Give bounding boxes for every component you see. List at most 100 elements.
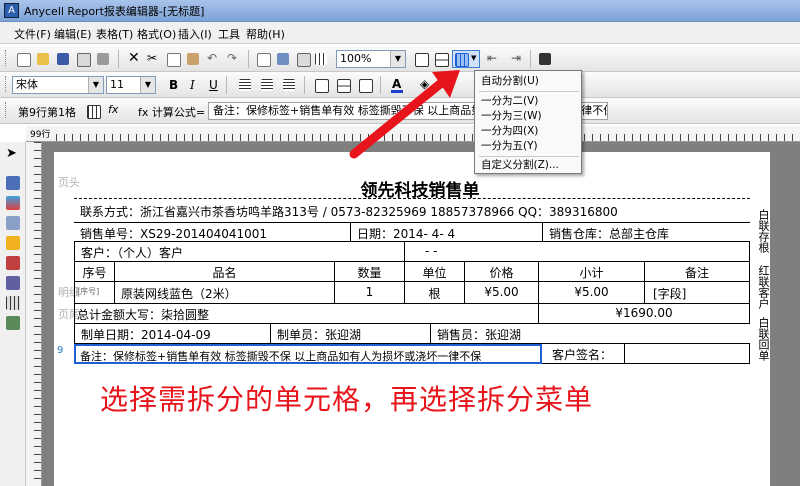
row-price[interactable]: ¥5.00 — [464, 282, 538, 304]
menu-auto-split[interactable]: 自动分割(U) — [481, 73, 579, 89]
menu-split-five[interactable]: 一分为五(Y) — [481, 138, 579, 154]
row-qty[interactable]: 1 — [334, 282, 404, 304]
customer-cell[interactable]: 客户：（个人）客户 — [74, 242, 404, 262]
insert-row-icon[interactable] — [254, 50, 272, 68]
redo-icon[interactable]: ↷ — [224, 50, 242, 68]
font-value: 宋体 — [16, 78, 38, 91]
toolbar-grip — [5, 76, 9, 92]
shape-tool-icon[interactable] — [6, 256, 20, 270]
font-select[interactable]: 宋体 ▼ — [12, 76, 104, 94]
cut-icon[interactable]: ✂ — [144, 50, 162, 68]
date-cell[interactable]: 日期：2014- 4- 4 — [350, 222, 542, 242]
exit-icon[interactable] — [536, 50, 554, 68]
menu-split-three[interactable]: 一分为三(W) — [481, 108, 579, 124]
delete-icon[interactable]: ✕ — [124, 50, 142, 68]
field-tool-icon[interactable] — [6, 316, 20, 330]
menu-format[interactable]: 格式(O) — [137, 26, 176, 42]
order-no-cell[interactable]: 销售单号：XS29-201404041001 — [74, 222, 350, 242]
paste-icon[interactable] — [184, 50, 202, 68]
open-folder-icon[interactable] — [34, 50, 52, 68]
customer-tail-cell[interactable]: - - — [404, 242, 750, 262]
header-name[interactable]: 品名 — [114, 262, 334, 282]
maker-cell[interactable]: 制单员：张迎湖 — [270, 324, 430, 344]
line-tool-icon[interactable] — [6, 276, 20, 290]
table-icon[interactable] — [84, 102, 102, 120]
header-qty[interactable]: 数量 — [334, 262, 404, 282]
menu-tools[interactable]: 工具 — [218, 26, 240, 42]
warehouse-cell[interactable]: 销售仓库：总部主仓库 — [542, 222, 750, 242]
menu-edit[interactable]: 编辑(E) — [54, 26, 92, 42]
menu-insert[interactable]: 插入(I) — [178, 26, 212, 42]
text-tool-icon[interactable] — [6, 176, 20, 190]
pointer-icon[interactable]: ➤ — [6, 146, 20, 161]
print-preview-icon[interactable] — [74, 50, 92, 68]
header-unit[interactable]: 单位 — [404, 262, 464, 282]
fx-button[interactable]: fx — [108, 103, 118, 116]
image-tool-icon[interactable] — [6, 196, 20, 210]
signature-label[interactable]: 客户签名： — [542, 344, 624, 364]
chevron-down-icon[interactable]: ▼ — [140, 77, 155, 93]
vertical-ruler — [26, 142, 42, 486]
insert-image-icon[interactable] — [274, 50, 292, 68]
report-table: 联系方式：浙江省嘉兴市茶香坊鸣羊路313号 / 0573-82325969 18… — [74, 198, 750, 366]
menu-custom-split[interactable]: 自定义分割(Z)... — [481, 157, 579, 173]
merge-right-icon[interactable]: ⇥ — [508, 50, 526, 68]
seller-cell[interactable]: 销售员：张迎湖 — [430, 324, 750, 344]
italic-icon[interactable]: I — [184, 76, 202, 94]
row-note[interactable]: [字段] — [644, 282, 750, 304]
save-icon[interactable] — [54, 50, 72, 68]
remark-cell-selected[interactable]: 备注：保修标签+销售单有效 标签撕毁不保 以上商品如有人为损坏或浇坏一律不保 — [74, 344, 542, 364]
menu-split-two[interactable]: 一分为二(V) — [481, 93, 579, 109]
toolbar-separator — [248, 50, 249, 68]
font-size-select[interactable]: 11 ▼ — [106, 76, 156, 94]
side-label-receipt: 白联回单 — [757, 317, 770, 361]
menu-help[interactable]: 帮助(H) — [246, 26, 285, 42]
header-note[interactable]: 备注 — [644, 262, 750, 282]
app-icon: A — [4, 3, 19, 18]
total-words-cell[interactable]: 总计金额大写：柒拾圆整 — [74, 304, 538, 324]
window-title: Anycell Report报表编辑器-[无标题] — [24, 5, 205, 18]
undo-icon[interactable]: ↶ — [204, 50, 222, 68]
merge-left-icon[interactable]: ⇤ — [484, 50, 502, 68]
header-no[interactable]: 序号 — [74, 262, 114, 282]
band-header: 页头 — [58, 176, 80, 189]
header-price[interactable]: 价格 — [464, 262, 538, 282]
align-right-icon[interactable] — [280, 76, 298, 94]
chart-tool-icon[interactable] — [6, 216, 20, 230]
new-file-icon[interactable] — [14, 50, 32, 68]
font-size-value: 11 — [110, 78, 124, 91]
copy-icon[interactable] — [164, 50, 182, 68]
row-marker: 9 — [57, 345, 64, 356]
side-label-customer: 红联客户 — [757, 265, 770, 309]
total-amount-cell[interactable]: ¥1690.00 — [538, 304, 750, 324]
valign-top-icon[interactable] — [312, 76, 330, 94]
bold-icon[interactable]: B — [164, 76, 182, 94]
zoom-value: 100% — [340, 52, 372, 65]
menu-file[interactable]: 文件(F) — [14, 26, 51, 42]
grid-tool-icon[interactable] — [6, 296, 20, 310]
red-arrow-annotation — [349, 70, 460, 159]
chevron-down-icon[interactable]: ▼ — [88, 77, 103, 93]
made-date-cell[interactable]: 制单日期：2014-04-09 — [74, 324, 270, 344]
menu-table[interactable]: 表格(T) — [96, 26, 133, 42]
contact-cell[interactable]: 联系方式：浙江省嘉兴市茶香坊鸣羊路313号 / 0573-82325969 18… — [74, 198, 750, 222]
underline-icon[interactable]: U — [204, 76, 222, 94]
grid-icon[interactable] — [312, 50, 330, 68]
barcode-tool-icon[interactable] — [6, 236, 20, 250]
align-center-icon[interactable] — [258, 76, 276, 94]
chevron-down-icon[interactable]: ▼ — [390, 51, 405, 67]
row-subtotal[interactable]: ¥5.00 — [538, 282, 644, 304]
menu-separator — [479, 91, 579, 92]
instruction-caption: 选择需拆分的单元格，再选择拆分菜单 — [100, 383, 594, 416]
row-unit[interactable]: 根 — [404, 282, 464, 304]
header-subtotal[interactable]: 小计 — [538, 262, 644, 282]
toolbar-grip — [5, 50, 9, 66]
print-icon[interactable] — [94, 50, 112, 68]
align-left-icon[interactable] — [236, 76, 254, 94]
menu-split-four[interactable]: 一分为四(X) — [481, 123, 579, 139]
page-setup-icon[interactable] — [294, 50, 312, 68]
row-name[interactable]: 原装网线蓝色（2米） — [114, 282, 334, 304]
formula-label: fx 计算公式= — [138, 106, 206, 119]
row-no[interactable]: [序号] — [74, 282, 114, 304]
signature-field[interactable] — [624, 344, 750, 364]
